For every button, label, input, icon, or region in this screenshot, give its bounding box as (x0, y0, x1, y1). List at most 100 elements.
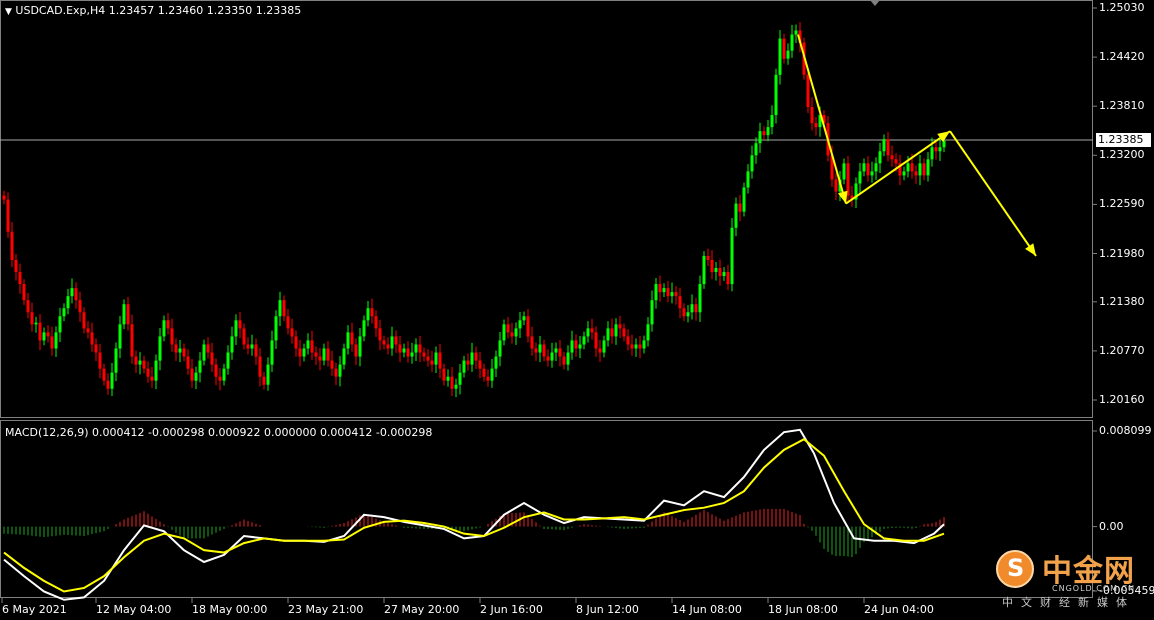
candle-body (730, 227, 734, 285)
candle-body (114, 348, 118, 373)
candle-body (622, 328, 626, 337)
symbol-header[interactable]: ▼ USDCAD.Exp,H4 1.23457 1.23460 1.23350 … (5, 4, 301, 19)
candle-body (806, 74, 810, 108)
candle-body (718, 267, 722, 277)
price-tick-label: 1.22590 (1099, 197, 1145, 211)
candle-body (158, 336, 162, 361)
candle-body (550, 352, 554, 361)
candle-body (614, 324, 618, 337)
candle-body (834, 179, 838, 192)
candle-body (650, 300, 654, 325)
candle-body (470, 352, 474, 365)
candle-body (558, 348, 562, 357)
candle-body (314, 352, 318, 357)
price-tick-label: 1.20160 (1099, 393, 1145, 406)
chart-canvas[interactable] (0, 0, 1154, 620)
candle-body (518, 320, 522, 329)
candle-body (122, 304, 126, 325)
candle-body (266, 364, 270, 385)
trend-arrow-line (797, 34, 847, 204)
triangle-down-icon[interactable]: ▼ (5, 7, 12, 17)
candle-body (666, 288, 670, 297)
candle-body (10, 231, 14, 260)
current-price-label: 1.23385 (1096, 133, 1151, 147)
candle-body (602, 340, 606, 353)
candle-body (306, 340, 310, 349)
candle-body (374, 316, 378, 329)
candle-body (86, 328, 90, 333)
candle-body (590, 328, 594, 333)
time-tick-label: 12 May 04:00 (96, 603, 172, 616)
candle-body (330, 360, 334, 369)
candle-body (502, 324, 506, 341)
candle-body (526, 316, 530, 337)
candle-body (766, 127, 770, 136)
candle-body (882, 139, 886, 152)
trend-arrow-head (1025, 243, 1036, 256)
candle-body (770, 115, 774, 128)
price-tick-label: 1.25030 (1099, 1, 1145, 14)
candle-body (674, 292, 678, 297)
time-tick-label: 23 May 21:00 (288, 603, 364, 616)
candle-body (134, 356, 138, 365)
candle-body (246, 344, 250, 349)
candle-body (50, 336, 54, 349)
annotation-arrows (797, 34, 1037, 257)
candle-body (458, 372, 462, 385)
candle-body (422, 352, 426, 357)
time-tick-label: 27 May 20:00 (384, 603, 460, 616)
candle-body (578, 344, 582, 349)
signal-line (3, 438, 945, 593)
candle-body (446, 376, 450, 381)
candle-body (426, 356, 430, 361)
candle-body (598, 348, 602, 353)
candle-body (786, 50, 790, 59)
candle-body (866, 163, 870, 176)
candle-body (46, 332, 50, 337)
candle-body (922, 163, 926, 176)
candle-body (698, 284, 702, 313)
candle-body (290, 328, 294, 337)
candle-body (686, 312, 690, 317)
candle-body (414, 344, 418, 353)
candle-body (510, 332, 514, 337)
candle-body (490, 368, 494, 381)
candle-body (678, 296, 682, 309)
candle-body (202, 344, 206, 361)
candle-body (182, 348, 186, 357)
candle-body (670, 292, 674, 297)
candle-body (42, 332, 46, 341)
candle-body (378, 328, 382, 341)
candle-body (278, 300, 282, 317)
candle-body (630, 344, 634, 349)
candle-body (138, 360, 142, 365)
macd-tick-label: 0.008099 (1099, 424, 1152, 437)
candle-body (894, 159, 898, 164)
candle-body (150, 376, 154, 381)
candle-body (390, 336, 394, 349)
candle-body (146, 368, 150, 377)
candle-body (522, 316, 526, 321)
trend-arrow-line (845, 130, 951, 205)
candle-body (842, 163, 846, 180)
time-tick-label: 18 Jun 08:00 (768, 603, 838, 616)
candle-body (482, 368, 486, 377)
candle-body (26, 300, 30, 313)
candle-body (934, 147, 938, 152)
candle-body (694, 304, 698, 313)
chart-menu-triangle-icon[interactable] (870, 0, 880, 6)
candle-body (914, 171, 918, 176)
candle-body (634, 344, 638, 349)
candle-body (606, 328, 610, 341)
candle-body (466, 360, 470, 365)
candle-body (938, 147, 942, 152)
candle-body (194, 372, 198, 381)
candle-body (14, 259, 18, 273)
candle-body (338, 364, 342, 377)
candle-body (226, 352, 230, 369)
time-tick-label: 18 May 00:00 (192, 603, 268, 616)
candle-body (890, 155, 894, 160)
macd-histogram (3, 508, 945, 558)
candle-body (574, 340, 578, 349)
candle-body (210, 352, 214, 365)
